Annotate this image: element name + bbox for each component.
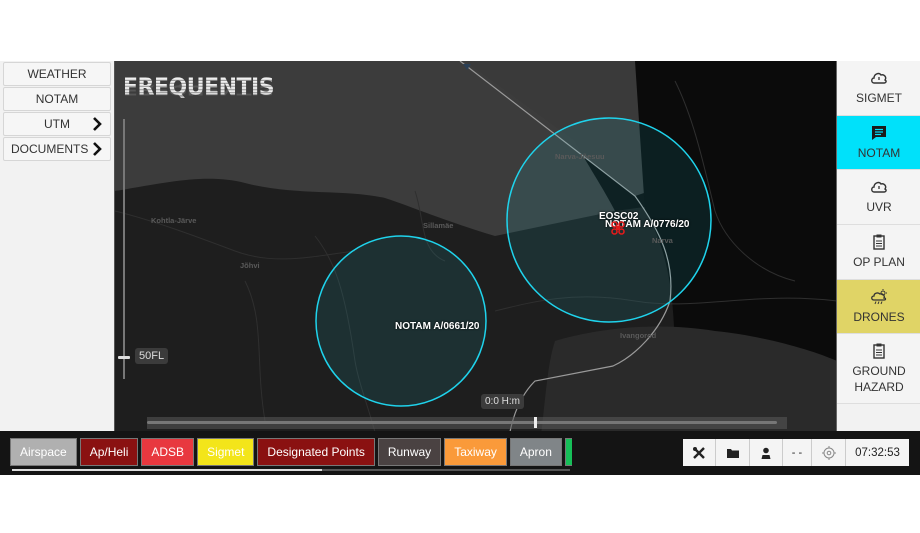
town-label: Narva-Jõesuu [555, 152, 605, 161]
op-plan-button-label: OP PLAN [853, 255, 905, 269]
town-label: Ivangorod [620, 331, 657, 340]
notam-button[interactable]: NOTAM [3, 87, 111, 111]
app-window: FREQUENTIS FREQUENTIS Kohtla-Järve Jõhvi… [0, 61, 920, 475]
notam-layer-button[interactable]: NOTAM [837, 116, 920, 170]
time-slider[interactable] [147, 417, 787, 429]
tool-strip: - - 07:32:53 [683, 439, 909, 466]
layer-tab-rteseg[interactable]: RteSeg [564, 438, 572, 466]
layer-tab-ap-heli[interactable]: Ap/Heli [79, 438, 139, 466]
chevron-right-icon [93, 117, 102, 131]
ground-hazard-button-label: HAZARD [854, 379, 904, 394]
layer-tab-taxiway[interactable]: Taxiway [444, 438, 507, 466]
notam-label[interactable]: NOTAM A/0661/20 [395, 321, 479, 332]
altitude-slider-handle[interactable] [118, 356, 130, 359]
drone-icon[interactable] [611, 221, 625, 235]
notam-button-label: NOTAM [35, 92, 79, 106]
layer-tab-designated-points[interactable]: Designated Points [257, 438, 375, 466]
user-button[interactable] [750, 439, 783, 466]
time-slider-handle[interactable] [534, 417, 537, 428]
town-label: Sillamäe [423, 221, 454, 230]
right-panel: SIGMET NOTAM UVR OP PLAN DRONES GROUND H… [836, 61, 920, 431]
town-label: Jõhvi [240, 261, 260, 270]
frequentis-logo-reflection: FREQUENTIS [123, 82, 275, 97]
clock-display: 07:32:53 [846, 439, 909, 466]
cloud-alert-icon [871, 181, 887, 193]
clipboard-icon [873, 343, 885, 359]
cloud-alert-icon [871, 72, 887, 84]
message-icon [872, 125, 886, 140]
clock-text: 07:32:53 [855, 446, 900, 459]
sigmet-button[interactable]: SIGMET [837, 61, 920, 116]
weather-button[interactable]: WEATHER [3, 62, 111, 86]
chevron-right-icon [93, 142, 102, 156]
layer-tabs-scrollbar[interactable] [12, 469, 570, 471]
documents-button-label: DOCUMENTS [11, 142, 89, 156]
folder-button[interactable] [716, 439, 750, 466]
crosshair-icon [821, 445, 836, 460]
altitude-label: 50FL [135, 348, 169, 364]
bottom-toolbar: Airspace Ap/Heli ADSB Sigmet Designated Poin… [0, 431, 920, 475]
utm-button[interactable]: UTM [3, 112, 111, 136]
altitude-slider-track[interactable] [123, 119, 125, 379]
layer-tab-apron[interactable]: Apron [509, 438, 562, 466]
notam-layer-button-label: NOTAM [857, 145, 901, 160]
time-slider-track[interactable] [147, 421, 777, 424]
weather-button-label: WEATHER [27, 67, 87, 81]
status-indicator: - - [783, 439, 812, 466]
layer-tab-sigmet[interactable]: Sigmet [197, 438, 255, 466]
layer-tab-airspace[interactable]: Airspace [10, 438, 77, 466]
layer-tabs-scroll-thumb[interactable] [12, 469, 322, 471]
ground-hazard-button-label: GROUND [852, 363, 906, 378]
clipboard-icon [873, 234, 885, 250]
ground-hazard-button[interactable]: GROUND HAZARD [837, 334, 920, 404]
user-icon [761, 447, 771, 459]
time-label: 0:0 H:m [481, 394, 525, 409]
status-text: - - [791, 446, 803, 459]
utm-button-label: UTM [44, 117, 70, 131]
tools-button[interactable] [683, 439, 716, 466]
documents-button[interactable]: DOCUMENTS [3, 137, 111, 161]
op-plan-button[interactable]: OP PLAN [837, 225, 920, 280]
locate-button[interactable] [812, 439, 846, 466]
layer-tabs: Airspace Ap/Heli ADSB Sigmet Designated Poin… [10, 438, 572, 468]
map-view[interactable]: FREQUENTIS FREQUENTIS Kohtla-Järve Jõhvi… [114, 61, 836, 475]
map-basemap [115, 61, 836, 475]
drones-button-label: DRONES [853, 309, 905, 324]
layer-tab-adsb[interactable]: ADSB [141, 438, 195, 466]
cloud-sun-rain-icon [871, 288, 887, 304]
town-label: Kohtla-Järve [151, 216, 197, 225]
uvr-button-label: UVR [866, 200, 892, 214]
left-panel: WEATHER NOTAM UTM DOCUMENTS [0, 61, 114, 431]
folder-icon [726, 448, 739, 458]
sigmet-button-label: SIGMET [855, 91, 902, 105]
tools-icon [693, 446, 705, 459]
uvr-button[interactable]: UVR [837, 170, 920, 225]
drones-button[interactable]: DRONES [837, 280, 920, 334]
layer-tab-runway[interactable]: Runway [377, 438, 442, 466]
town-label: Narva [652, 236, 673, 245]
